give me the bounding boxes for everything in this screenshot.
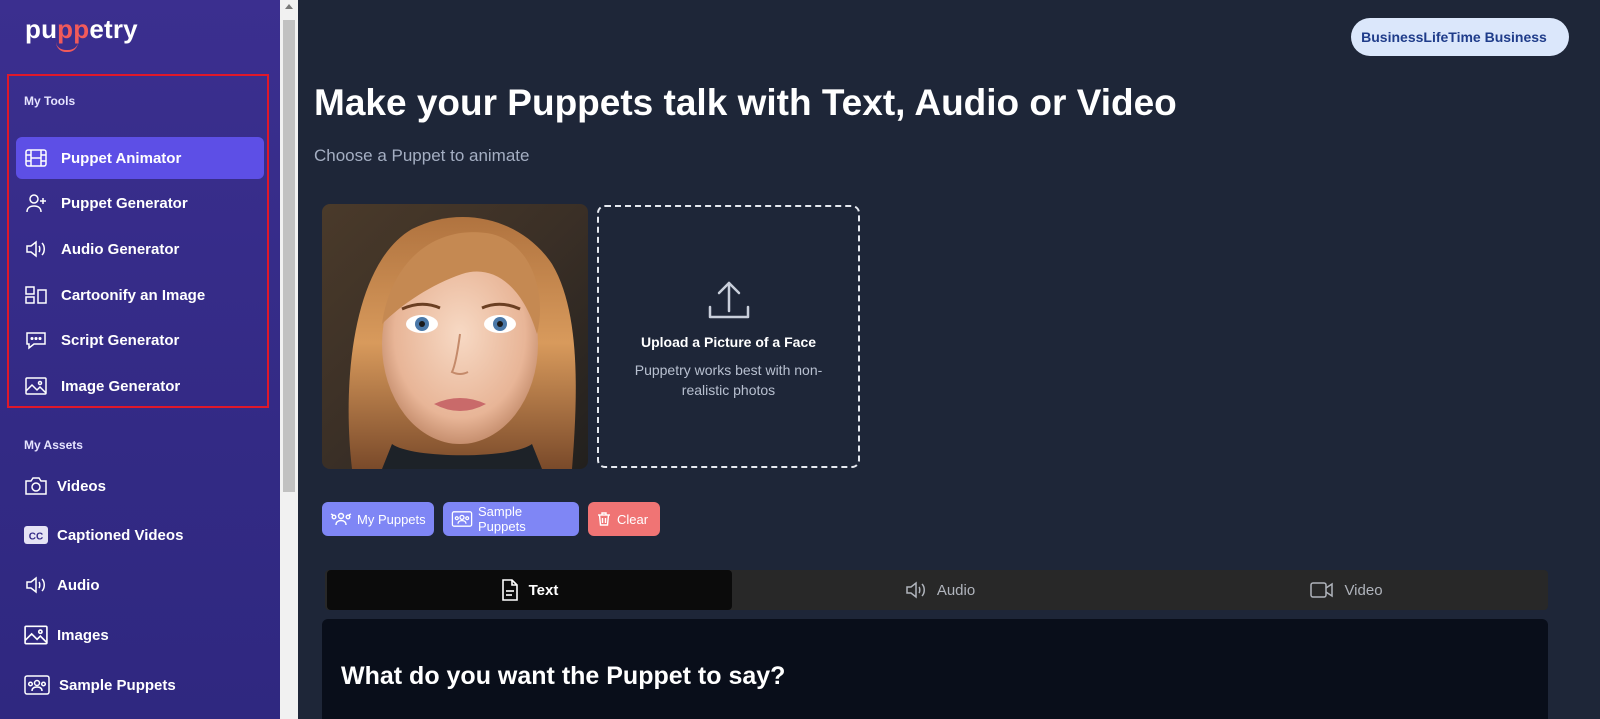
- chip-label: Clear: [617, 511, 649, 527]
- sidebar-item-label: Audio: [57, 576, 100, 594]
- sidebar-item-puppet-animator[interactable]: Puppet Animator: [16, 137, 264, 179]
- svg-text:CC: CC: [29, 532, 43, 543]
- tab-text[interactable]: Text: [327, 570, 732, 610]
- tab-label: Text: [528, 581, 559, 599]
- logo-smile-icon: [56, 42, 78, 52]
- upload-title: Upload a Picture of a Face: [640, 334, 817, 350]
- sidebar-item-image-generator[interactable]: Image Generator: [16, 365, 264, 407]
- my-assets-heading: My Assets: [24, 438, 83, 452]
- page-subtitle: Choose a Puppet to animate: [314, 146, 530, 165]
- image-icon: [24, 625, 48, 645]
- panel-title: What do you want the Puppet to say?: [341, 662, 786, 690]
- plan-badge-button[interactable]: BusinessLifeTime Business: [1351, 18, 1569, 56]
- selected-puppet-image[interactable]: [322, 204, 588, 469]
- upload-description: Puppetry works best with non-realistic p…: [634, 362, 823, 398]
- sidebar-item-captioned-videos[interactable]: CC Captioned Videos: [24, 520, 183, 550]
- scrollbar-thumb[interactable]: [283, 20, 295, 492]
- sidebar-item-puppet-generator[interactable]: Puppet Generator: [16, 182, 264, 224]
- speaker-icon: [905, 580, 927, 600]
- sidebar: puppetry My Tools Puppet Animator Puppet…: [0, 0, 280, 719]
- sidebar-item-label: Audio Generator: [61, 240, 180, 258]
- chip-label: Sample Puppets: [478, 504, 526, 534]
- sidebar-item-images[interactable]: Images: [24, 620, 109, 650]
- tab-audio[interactable]: Audio: [735, 570, 1145, 610]
- sidebar-item-label: Image Generator: [61, 377, 181, 395]
- film-icon: [24, 146, 48, 170]
- scroll-up-arrow-icon[interactable]: [285, 4, 293, 9]
- cc-icon: CC: [24, 525, 48, 545]
- clear-button[interactable]: Clear: [588, 502, 660, 536]
- chip-label: My Puppets: [357, 511, 426, 527]
- image-icon: [24, 374, 48, 398]
- sidebar-item-label: Images: [57, 626, 109, 644]
- trash-icon: [596, 511, 612, 527]
- chat-bubble-icon: [24, 328, 48, 352]
- group-icon: [24, 675, 50, 695]
- sidebar-item-audio-generator[interactable]: Audio Generator: [16, 228, 264, 270]
- sidebar-item-label: Puppet Generator: [61, 194, 188, 212]
- page-title: Make your Puppets talk with Text, Audio …: [314, 82, 1177, 123]
- video-camera-icon: [1310, 581, 1334, 599]
- sidebar-item-label: Cartoonify an Image: [61, 286, 206, 304]
- user-plus-icon: [24, 191, 48, 215]
- upload-face-dropzone[interactable]: Upload a Picture of a Face Puppetry work…: [597, 205, 860, 468]
- input-mode-tabs: Text Audio Video: [325, 570, 1548, 610]
- document-icon: [501, 579, 519, 601]
- sidebar-item-label: Script Generator: [61, 331, 180, 349]
- camera-icon: [24, 476, 48, 496]
- sidebar-item-script-generator[interactable]: Script Generator: [16, 319, 264, 361]
- speaker-icon: [24, 575, 48, 595]
- sidebar-item-sample-puppets[interactable]: Sample Puppets: [24, 670, 176, 700]
- my-tools-heading: My Tools: [24, 94, 76, 108]
- sidebar-item-audio[interactable]: Audio: [24, 570, 100, 600]
- tab-label: Audio: [936, 581, 976, 599]
- speaker-icon: [24, 237, 48, 261]
- puppets-icon: [330, 511, 352, 527]
- sidebar-item-label: Captioned Videos: [57, 526, 184, 544]
- logo[interactable]: puppetry: [25, 14, 138, 45]
- sample-puppets-button[interactable]: Sample Puppets: [443, 502, 579, 536]
- tab-video[interactable]: Video: [1145, 570, 1548, 610]
- sidebar-item-label: Sample Puppets: [59, 676, 176, 694]
- tab-label: Video: [1344, 581, 1383, 599]
- my-puppets-button[interactable]: My Puppets: [322, 502, 434, 536]
- sidebar-item-label: Puppet Animator: [61, 149, 182, 167]
- upload-icon: [706, 277, 752, 328]
- sidebar-item-label: Videos: [57, 477, 106, 495]
- sidebar-item-videos[interactable]: Videos: [24, 471, 106, 501]
- layout-icon: [24, 283, 48, 307]
- sidebar-item-cartoonify[interactable]: Cartoonify an Image: [16, 274, 264, 316]
- group-icon: [451, 511, 473, 527]
